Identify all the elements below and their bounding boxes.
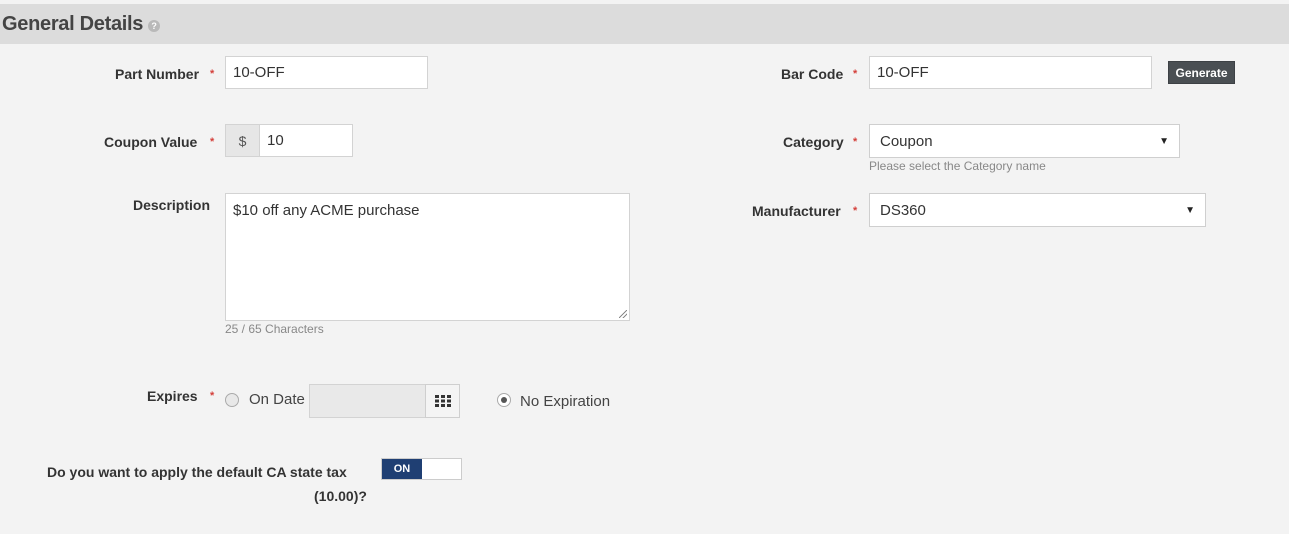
required-marker: * [210, 68, 215, 80]
bar-code-label: Bar Code [781, 66, 844, 82]
tax-question-line1: Do you want to apply the default CA stat… [47, 464, 347, 480]
description-textarea[interactable]: $10 off any ACME purchase [225, 193, 630, 321]
question-circle-icon[interactable]: ? [148, 20, 161, 32]
tax-question-line2: (10.00)? [314, 488, 367, 504]
category-value: Coupon [880, 132, 933, 150]
manufacturer-value: DS360 [880, 201, 926, 219]
currency-addon: $ [225, 124, 260, 157]
category-select[interactable]: Coupon ▼ [869, 124, 1180, 158]
expires-label: Expires [147, 388, 198, 404]
expiry-date-input[interactable] [309, 384, 426, 418]
coupon-value-input[interactable]: 10 [259, 124, 353, 157]
tax-toggle[interactable]: ON [381, 458, 462, 480]
category-label: Category [783, 134, 844, 150]
required-marker: * [853, 205, 858, 217]
required-marker: * [210, 390, 215, 402]
description-label: Description [133, 197, 211, 213]
required-marker: * [853, 136, 858, 148]
part-number-input[interactable]: 10-OFF [225, 56, 428, 89]
required-marker: * [853, 68, 858, 80]
coupon-value-value: 10 [267, 132, 284, 149]
toggle-on-label: ON [382, 459, 422, 479]
calendar-grid-icon [434, 395, 451, 407]
chevron-down-icon: ▼ [1159, 135, 1169, 147]
section-title: General Details [2, 12, 144, 35]
coupon-value-label: Coupon Value [104, 134, 198, 150]
calendar-button[interactable] [425, 384, 460, 418]
description-counter: 25 / 65 Characters [225, 322, 324, 336]
chevron-down-icon: ▼ [1185, 204, 1195, 216]
bar-code-value: 10-OFF [877, 64, 929, 81]
part-number-value: 10-OFF [233, 64, 285, 81]
manufacturer-label: Manufacturer [752, 203, 841, 219]
no-expiration-radio[interactable] [497, 393, 511, 407]
no-expiration-label: No Expiration [520, 393, 611, 410]
resize-handle-icon[interactable] [619, 310, 627, 318]
category-hint: Please select the Category name [869, 159, 1046, 173]
on-date-label: On Date [249, 391, 305, 408]
manufacturer-select[interactable]: DS360 ▼ [869, 193, 1206, 227]
on-date-radio[interactable] [225, 393, 239, 407]
bar-code-input[interactable]: 10-OFF [869, 56, 1152, 89]
generate-button[interactable]: Generate [1168, 61, 1235, 84]
section-header: General Details ? [0, 4, 1289, 44]
description-value: $10 off any ACME purchase [233, 202, 420, 219]
part-number-label: Part Number [115, 66, 200, 82]
required-marker: * [210, 136, 215, 148]
